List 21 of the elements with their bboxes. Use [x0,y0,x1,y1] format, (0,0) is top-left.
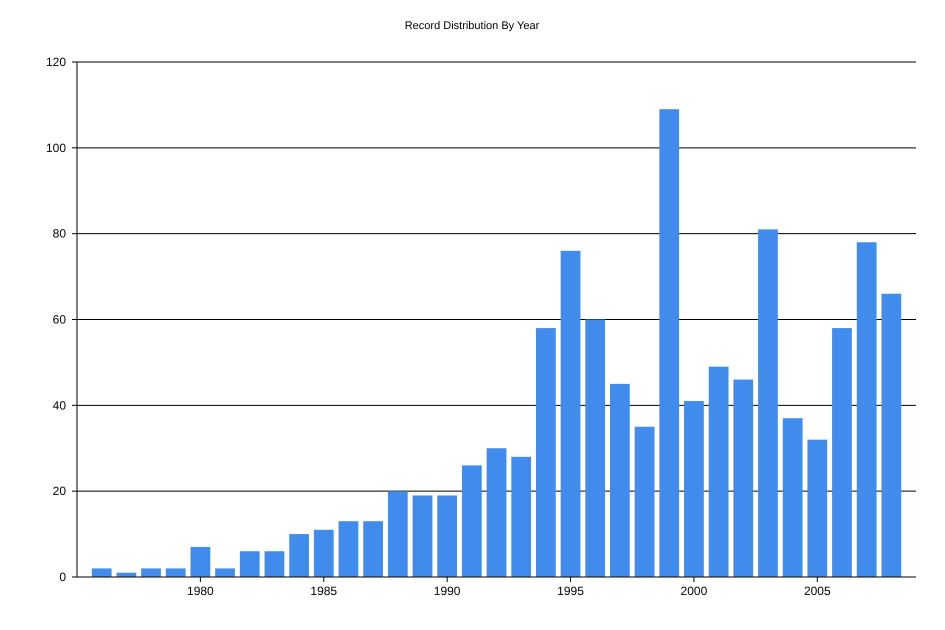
x-tick-label: 2000 [680,584,708,598]
y-tick-label: 60 [52,312,66,326]
y-tick-label: 100 [46,140,66,155]
x-tick-label: 2005 [804,584,831,598]
tick-mark [816,576,818,582]
y-tick-label: 120 [46,55,66,69]
tick-mark [200,576,201,582]
tick-mark [693,576,694,582]
x-tick-label: 1990 [434,584,460,598]
tick-mark [446,576,448,582]
tick-mark [570,576,572,582]
tick-mark [72,576,78,578]
tick-mark [323,576,324,582]
y-tick-label: 0 [59,570,66,584]
y-tick-label: 40 [52,398,66,412]
x-tick-label: 1985 [310,584,338,598]
y-tick-label: 20 [52,484,66,498]
x-tick-label: 1995 [557,584,584,598]
y-tick-label: 80 [52,226,66,241]
x-tick-label: 1980 [187,584,214,598]
chart-title: Record Distribution By Year [404,20,540,32]
